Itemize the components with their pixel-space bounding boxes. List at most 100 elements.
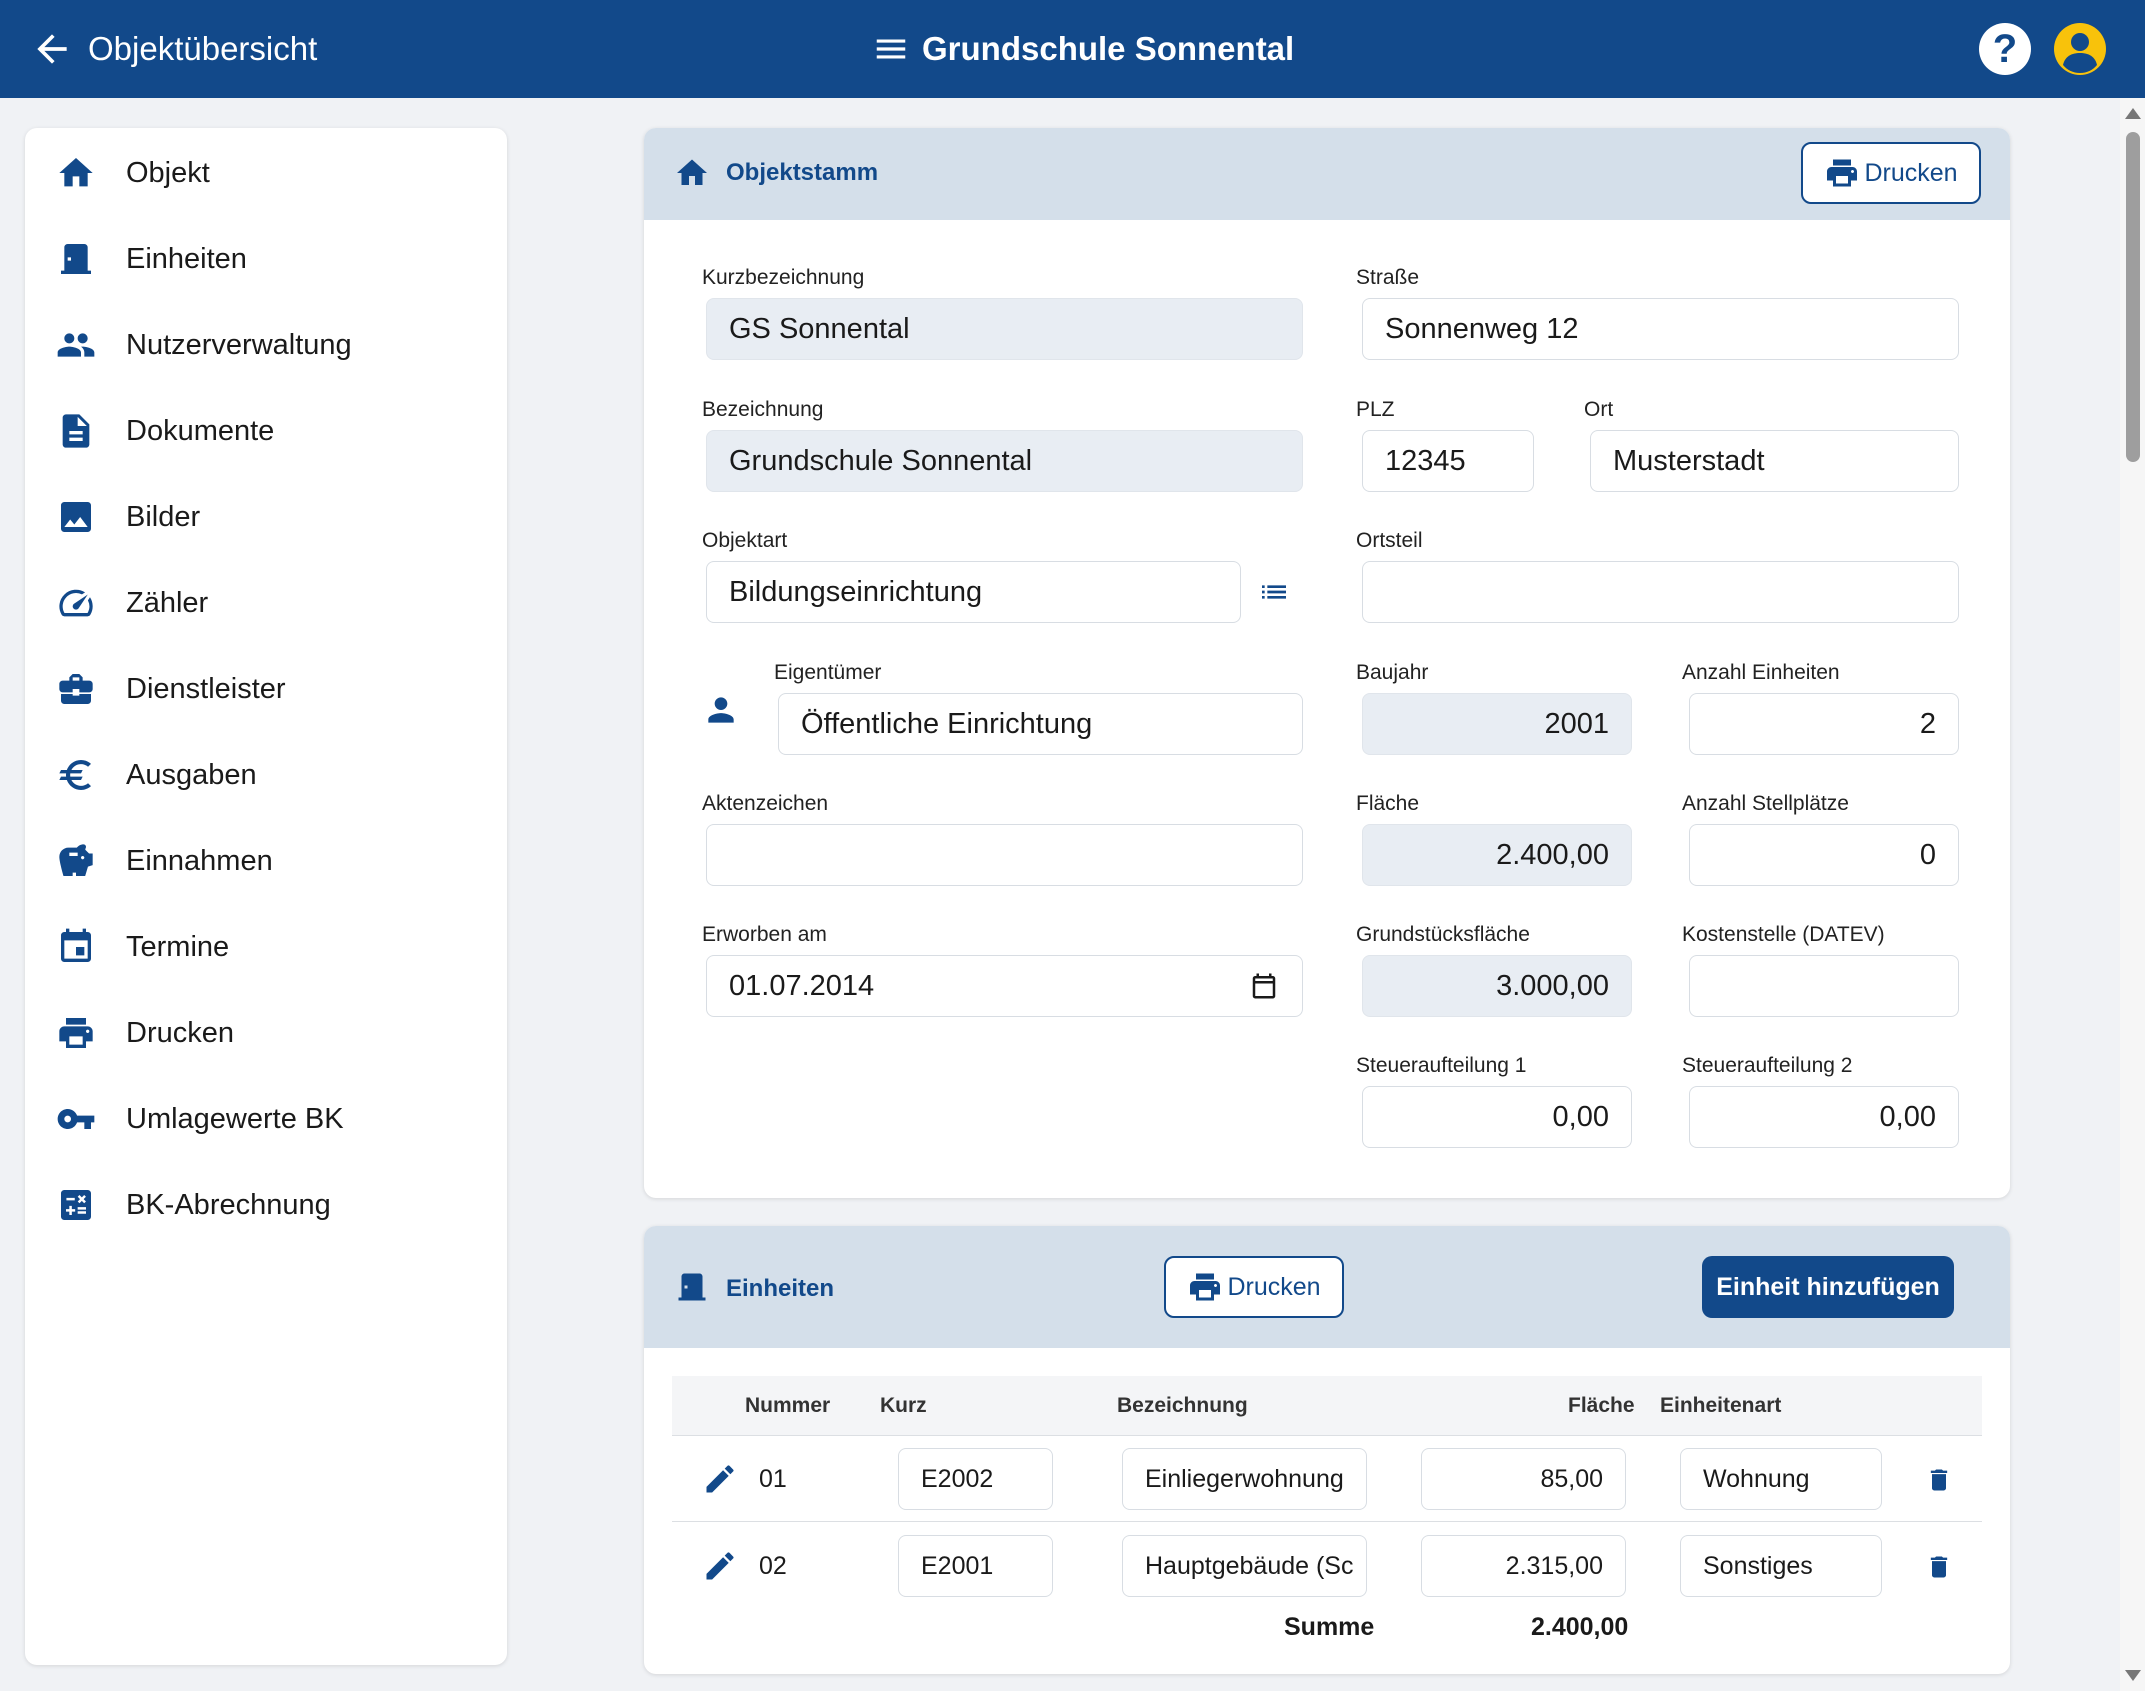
kostenstelle-field[interactable]	[1689, 955, 1959, 1017]
print-label: Drucken	[1864, 158, 1958, 187]
ort-label: Ort	[1584, 398, 1614, 421]
door-icon	[674, 1269, 710, 1305]
ortsteil-field[interactable]	[1362, 561, 1959, 623]
eigentuemer-field[interactable]: Öffentliche Einrichtung	[778, 693, 1303, 755]
calculator-icon	[56, 1185, 96, 1225]
baujahr-field[interactable]: 2001	[1362, 693, 1632, 755]
sidebar-item-zaehler[interactable]: Zähler	[25, 568, 507, 638]
page-scrollbar[interactable]	[2120, 98, 2145, 1691]
toolbox-icon	[56, 669, 96, 709]
objektstamm-title: Objektstamm	[726, 159, 879, 186]
people-icon	[56, 325, 96, 365]
cell-bezeichnung-input[interactable]: Hauptgebäude (Sc	[1122, 1535, 1367, 1597]
edit-icon[interactable]	[702, 1461, 738, 1497]
sidebar-item-label: Einheiten	[126, 242, 247, 275]
edit-icon[interactable]	[702, 1548, 738, 1584]
steueraufteilung1-field[interactable]: 0,00	[1362, 1086, 1632, 1148]
kostenstelle-label: Kostenstelle (DATEV)	[1682, 923, 1885, 946]
cell-einheitenart-select[interactable]: Wohnung	[1680, 1448, 1882, 1510]
sidebar-item-dienstleister[interactable]: Dienstleister	[25, 654, 507, 724]
sidebar-item-label: Dienstleister	[126, 672, 286, 705]
sidebar-item-label: Ausgaben	[126, 758, 257, 791]
bezeichnung-label: Bezeichnung	[702, 398, 824, 421]
objektart-field[interactable]: Bildungseinrichtung	[706, 561, 1241, 623]
sidebar-item-dokumente[interactable]: Dokumente	[25, 396, 507, 466]
menu-icon[interactable]	[872, 30, 910, 68]
einheiten-print-button[interactable]: Drucken	[1164, 1256, 1344, 1318]
einheiten-title: Einheiten	[726, 1275, 835, 1302]
calendar-icon[interactable]	[1249, 971, 1279, 1001]
home-icon	[56, 153, 96, 193]
sum-label: Summe	[1284, 1613, 1375, 1641]
sidebar-item-bk-abrechnung[interactable]: BK-Abrechnung	[25, 1170, 507, 1240]
sidebar-item-bilder[interactable]: Bilder	[25, 482, 507, 552]
sidebar-item-ausgaben[interactable]: Ausgaben	[25, 740, 507, 810]
sidebar-item-umlagewerte-bk[interactable]: Umlagewerte BK	[25, 1084, 507, 1154]
sidebar-item-label: Nutzerverwaltung	[126, 328, 352, 361]
scroll-up-icon[interactable]	[2125, 108, 2141, 119]
cell-kurz-input[interactable]: E2002	[898, 1448, 1053, 1510]
anzahl-stellplaetze-field[interactable]: 0	[1689, 824, 1959, 886]
printer-icon	[56, 1013, 96, 1053]
col-flaeche[interactable]: Fläche	[1568, 1394, 1635, 1418]
calendar-icon	[56, 927, 96, 967]
scroll-down-icon[interactable]	[2125, 1670, 2141, 1681]
sidebar-item-label: Objekt	[126, 156, 210, 189]
delete-icon[interactable]	[1925, 1553, 1953, 1581]
sidebar-item-termine[interactable]: Termine	[25, 912, 507, 982]
objektstamm-print-button[interactable]: Drucken	[1801, 142, 1981, 204]
einheiten-panel: Einheiten Drucken Einheit hinzufügen Num…	[644, 1226, 2010, 1674]
erworben-am-field[interactable]: 01.07.2014	[706, 955, 1303, 1017]
strasse-field[interactable]: Sonnenweg 12	[1362, 298, 1959, 360]
list-icon[interactable]	[1258, 576, 1290, 608]
cell-nummer: 02	[759, 1552, 787, 1580]
plz-field[interactable]: 12345	[1362, 430, 1534, 492]
cell-flaeche-input[interactable]: 85,00	[1421, 1448, 1626, 1510]
sidebar-nav: Objekt Einheiten Nutzerverwaltung Dokume…	[25, 128, 507, 1665]
cell-einheitenart-select[interactable]: Sonstiges	[1680, 1535, 1882, 1597]
sidebar-item-objekt[interactable]: Objekt	[25, 138, 507, 208]
sidebar-item-label: Drucken	[126, 1016, 234, 1049]
sidebar-item-drucken[interactable]: Drucken	[25, 998, 507, 1068]
sidebar-item-einnahmen[interactable]: Einnahmen	[25, 826, 507, 896]
piggy-bank-icon	[56, 841, 96, 881]
kurzbezeichnung-field[interactable]: GS Sonnental	[706, 298, 1303, 360]
help-icon: ?	[1992, 27, 2018, 71]
cell-flaeche-input[interactable]: 2.315,00	[1421, 1535, 1626, 1597]
steueraufteilung2-field[interactable]: 0,00	[1689, 1086, 1959, 1148]
help-button[interactable]: ?	[1979, 23, 2031, 75]
objektstamm-header: Objektstamm Drucken	[644, 128, 2010, 220]
sidebar-item-label: Einnahmen	[126, 844, 273, 877]
einheiten-table-header: Nummer Kurz Bezeichnung Fläche Einheiten…	[672, 1376, 1982, 1436]
grundstuecksflaeche-field[interactable]: 3.000,00	[1362, 955, 1632, 1017]
col-bezeichnung[interactable]: Bezeichnung	[1117, 1394, 1248, 1418]
cell-bezeichnung-input[interactable]: Einliegerwohnung	[1122, 1448, 1367, 1510]
anzahl-einheiten-field[interactable]: 2	[1689, 693, 1959, 755]
printer-icon	[1827, 159, 1858, 187]
strasse-label: Straße	[1356, 266, 1420, 289]
sidebar-item-nutzerverwaltung[interactable]: Nutzerverwaltung	[25, 310, 507, 380]
aktenzeichen-field[interactable]	[706, 824, 1303, 886]
objektstamm-panel: Objektstamm Drucken Kurzbezeichnung GS S…	[644, 128, 2010, 1198]
back-button[interactable]: Objektübersicht	[30, 27, 317, 71]
col-kurz[interactable]: Kurz	[880, 1394, 927, 1418]
document-icon	[56, 411, 96, 451]
add-einheit-button[interactable]: Einheit hinzufügen	[1702, 1256, 1954, 1318]
key-icon	[56, 1099, 96, 1139]
sidebar-item-label: Umlagewerte BK	[126, 1102, 344, 1135]
col-einheitenart[interactable]: Einheitenart	[1660, 1394, 1781, 1418]
flaeche-field[interactable]: 2.400,00	[1362, 824, 1632, 886]
cell-kurz-input[interactable]: E2001	[898, 1535, 1053, 1597]
col-nummer[interactable]: Nummer	[745, 1394, 830, 1418]
scrollbar-thumb[interactable]	[2126, 132, 2140, 462]
ort-field[interactable]: Musterstadt	[1590, 430, 1959, 492]
bezeichnung-field[interactable]: Grundschule Sonnental	[706, 430, 1303, 492]
sidebar-item-einheiten[interactable]: Einheiten	[25, 224, 507, 294]
user-avatar-button[interactable]	[2054, 23, 2106, 75]
delete-icon[interactable]	[1925, 1466, 1953, 1494]
user-icon	[2063, 33, 2097, 73]
anzahl-einheiten-label: Anzahl Einheiten	[1682, 661, 1840, 684]
sidebar-item-label: BK-Abrechnung	[126, 1188, 331, 1221]
image-icon	[56, 497, 96, 537]
ortsteil-label: Ortsteil	[1356, 529, 1423, 552]
